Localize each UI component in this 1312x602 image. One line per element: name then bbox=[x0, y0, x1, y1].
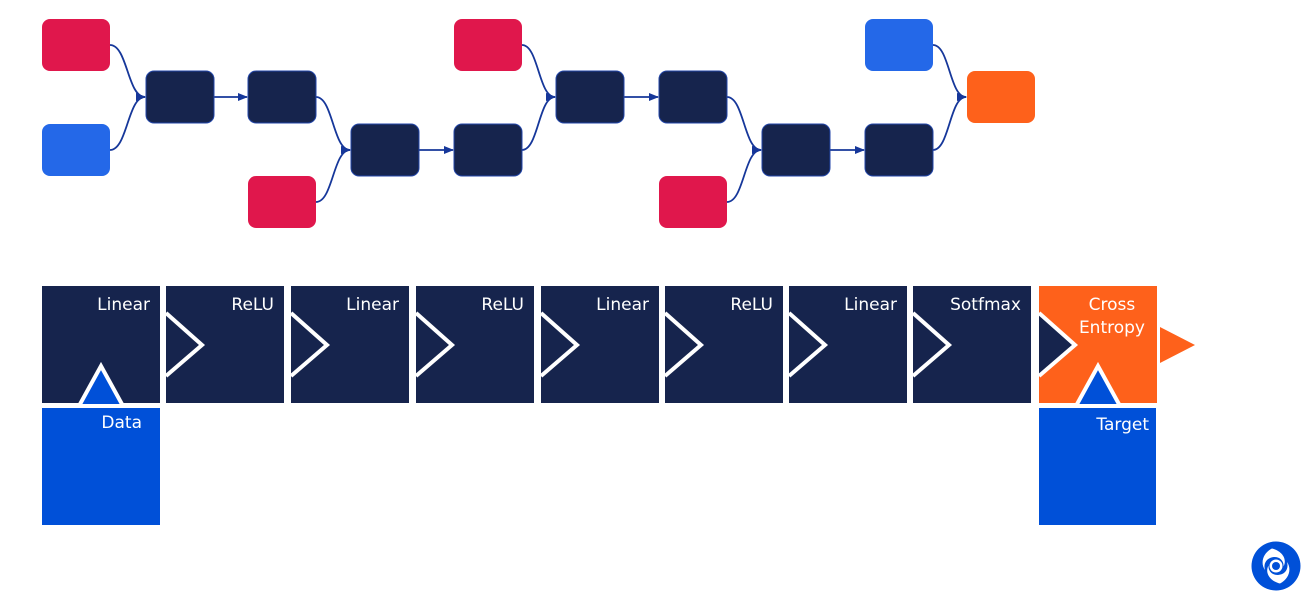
input-label: Data bbox=[101, 413, 142, 433]
graph-edge bbox=[932, 44, 967, 101]
input-target: Target bbox=[1039, 408, 1156, 525]
graph-node-blue bbox=[865, 19, 933, 71]
layer-label: ReLU bbox=[231, 295, 274, 315]
input-arrow-icon bbox=[1072, 361, 1124, 408]
layer-label: Linear bbox=[596, 295, 649, 315]
graph-edge bbox=[315, 96, 351, 154]
chevron-right-icon bbox=[539, 311, 581, 378]
graph-edge bbox=[521, 44, 556, 101]
layer-relu-2: ReLU bbox=[414, 286, 534, 403]
graph-node-dark bbox=[247, 70, 317, 124]
graph-node-dark bbox=[453, 123, 523, 177]
layer-linear-1: Linear bbox=[42, 286, 160, 408]
computation-graph bbox=[42, 19, 1035, 228]
graph-edge bbox=[726, 146, 762, 203]
layer-linear-3: Linear bbox=[539, 286, 659, 403]
graph-node-dark bbox=[864, 123, 934, 177]
layer-label: ReLU bbox=[730, 295, 773, 315]
layer-softmax: Sotfmax bbox=[911, 286, 1031, 403]
deepmind-logo-icon bbox=[1251, 541, 1301, 591]
output-arrow-icon bbox=[1160, 327, 1195, 363]
layer-linear-4: Linear bbox=[787, 286, 907, 403]
graph-node-dark bbox=[145, 70, 215, 124]
graph-node-dark bbox=[555, 70, 625, 124]
input-data: Data bbox=[42, 408, 160, 525]
chevron-right-icon bbox=[289, 311, 331, 378]
layer-linear-2: Linear bbox=[289, 286, 409, 403]
graph-edge bbox=[932, 93, 967, 151]
graph-node-dark bbox=[761, 123, 831, 177]
input-arrow-icon bbox=[75, 361, 127, 408]
graph-edge bbox=[315, 146, 351, 203]
graph-node-orange bbox=[967, 71, 1035, 123]
layer-relu-3: ReLU bbox=[663, 286, 783, 403]
graph-node-blue bbox=[42, 124, 110, 176]
graph-edge bbox=[109, 44, 146, 101]
layer-label: Linear bbox=[97, 295, 150, 315]
graph-edge bbox=[109, 93, 146, 151]
input-label: Target bbox=[1096, 415, 1149, 435]
graph-edges bbox=[109, 44, 967, 203]
chevron-right-icon bbox=[663, 311, 705, 378]
graph-node-dark bbox=[658, 70, 728, 124]
graph-node-dark bbox=[350, 123, 420, 177]
chevron-right-icon bbox=[164, 311, 206, 378]
layer-cross-entropy: Cross Entropy bbox=[1037, 286, 1157, 408]
graph-edge bbox=[521, 93, 556, 151]
graph-node-red bbox=[42, 19, 110, 71]
layer-label: Linear bbox=[844, 295, 897, 315]
layer-label: ReLU bbox=[481, 295, 524, 315]
graph-node-red bbox=[454, 19, 522, 71]
chevron-right-icon bbox=[787, 311, 829, 378]
chevron-right-icon bbox=[911, 311, 953, 378]
graph-edge bbox=[726, 96, 762, 154]
chevron-right-icon bbox=[414, 311, 456, 378]
graph-node-red bbox=[248, 176, 316, 228]
layer-relu-1: ReLU bbox=[164, 286, 284, 403]
layer-label: Linear bbox=[346, 295, 399, 315]
graph-node-red bbox=[659, 176, 727, 228]
